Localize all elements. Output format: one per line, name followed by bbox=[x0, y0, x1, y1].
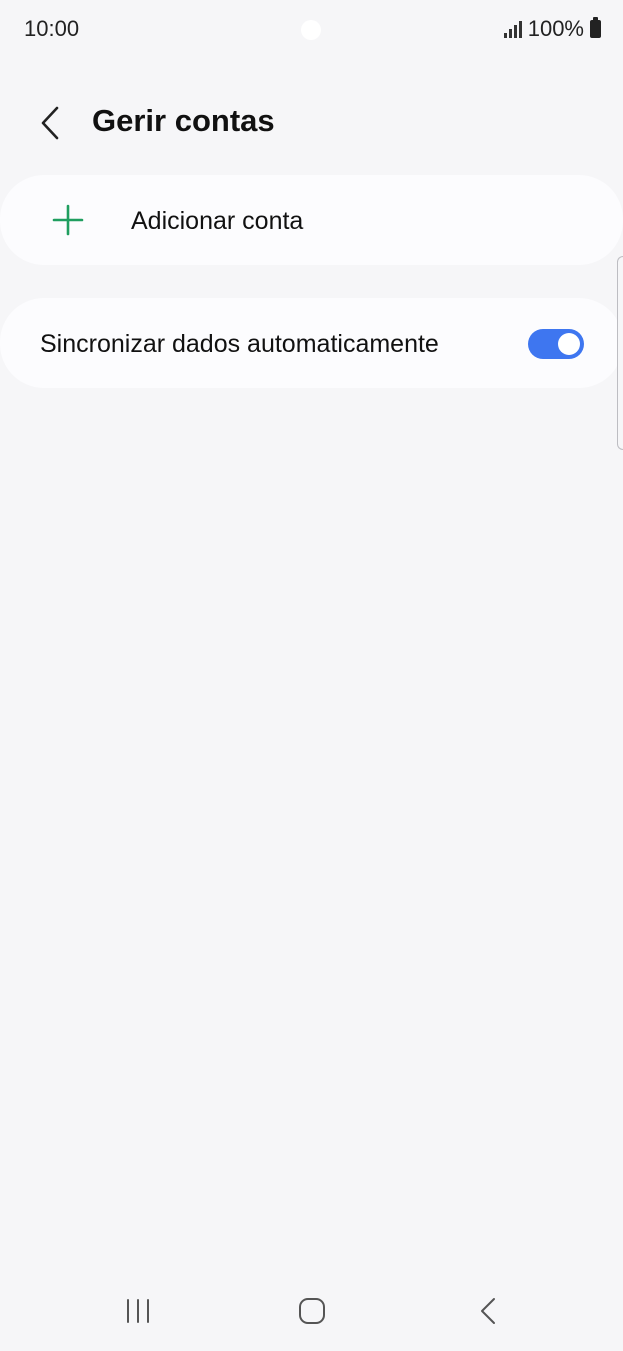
sync-row: Sincronizar dados automaticamente bbox=[0, 298, 623, 388]
add-account-label: Adicionar conta bbox=[131, 207, 304, 235]
home-icon bbox=[299, 1298, 325, 1324]
status-indicators: 100% bbox=[503, 16, 601, 42]
status-time: 10:00 bbox=[24, 16, 80, 41]
sync-label: Sincronizar dados automaticamente bbox=[40, 330, 439, 358]
signal-icon bbox=[503, 20, 522, 38]
recents-icon bbox=[127, 1299, 149, 1323]
back-icon bbox=[481, 1298, 495, 1324]
status-bar: 10:00 100% bbox=[0, 0, 623, 58]
battery-percentage: 100% bbox=[527, 16, 584, 41]
scroll-handle[interactable] bbox=[617, 256, 623, 450]
back-button[interactable] bbox=[30, 101, 70, 145]
plus-icon bbox=[52, 204, 84, 236]
navigation-bar bbox=[0, 1271, 623, 1351]
nav-back-button[interactable] bbox=[466, 1289, 510, 1333]
battery-icon bbox=[590, 17, 601, 38]
recents-button[interactable] bbox=[116, 1289, 160, 1333]
home-button[interactable] bbox=[290, 1289, 334, 1333]
camera-cutout bbox=[301, 20, 321, 40]
chevron-left-icon bbox=[41, 106, 59, 140]
toggle-knob bbox=[558, 333, 580, 355]
sync-toggle[interactable] bbox=[528, 329, 584, 359]
add-account-button[interactable]: Adicionar conta bbox=[0, 175, 623, 265]
page-title: Gerir contas bbox=[92, 103, 275, 138]
header: Gerir contas bbox=[0, 95, 623, 151]
